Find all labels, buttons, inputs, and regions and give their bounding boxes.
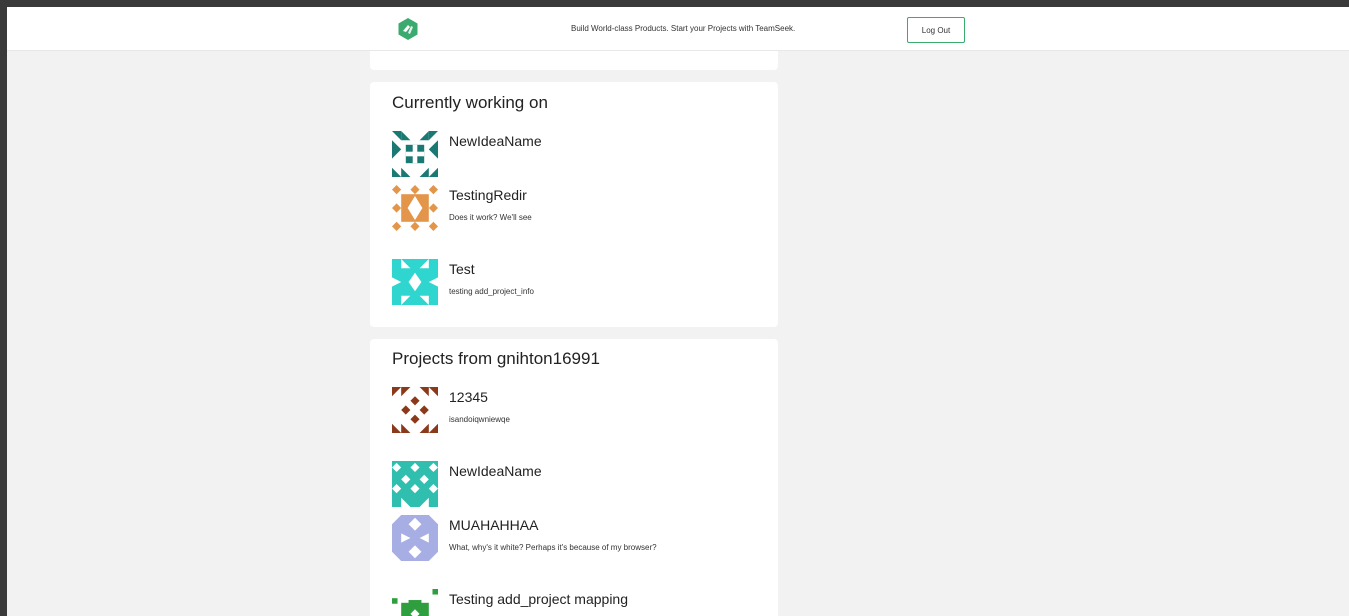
teamseek-logo-icon[interactable]	[397, 18, 419, 40]
project-name: NewIdeaName	[449, 133, 542, 149]
working-project-item[interactable]: Test testing add_project_info	[392, 259, 762, 305]
project-identicon-icon	[392, 387, 438, 433]
project-name: TestingRedir	[449, 187, 527, 203]
project-identicon-icon	[392, 131, 438, 177]
currently-working-title: Currently working on	[392, 93, 548, 112]
project-name: Testing add_project mapping	[449, 591, 629, 607]
project-identicon-icon	[392, 461, 438, 507]
working-project-item[interactable]: TestingRedir Does it work? We'll see	[392, 185, 762, 231]
user-project-item[interactable]: 12345 isandoiqwniewqe	[392, 387, 762, 433]
project-name: 12345	[449, 389, 488, 405]
project-name: MUAHAHHAA	[449, 517, 539, 533]
project-identicon-icon	[392, 185, 438, 231]
working-project-item[interactable]: NewIdeaName	[392, 131, 762, 177]
project-identicon-icon	[392, 259, 438, 305]
project-name: NewIdeaName	[449, 463, 542, 479]
project-name: Test	[449, 261, 475, 277]
project-description: Does it work? We'll see	[449, 213, 532, 222]
user-project-item[interactable]: Testing add_project mapping	[392, 589, 762, 616]
window-frame-top	[0, 0, 1349, 7]
project-identicon-icon	[392, 589, 438, 616]
logout-button[interactable]: Log Out	[907, 17, 965, 43]
project-identicon-icon	[392, 515, 438, 561]
user-project-item[interactable]: MUAHAHHAA What, why's it white? Perhaps …	[392, 515, 762, 561]
project-description: What, why's it white? Perhaps it's becau…	[449, 543, 657, 552]
currently-working-card: Currently working on NewIdeaName Testing…	[370, 82, 778, 327]
user-project-item[interactable]: NewIdeaName	[392, 461, 762, 507]
page: Build World-class Products. Start your P…	[7, 7, 1349, 616]
project-description: testing add_project_info	[449, 287, 534, 296]
window-frame-left	[0, 0, 7, 616]
project-description: isandoiqwniewqe	[449, 415, 510, 424]
user-projects-card: Projects from gnihton16991 12345 isandoi…	[370, 339, 778, 616]
user-projects-title: Projects from gnihton16991	[392, 349, 600, 368]
header-tagline: Build World-class Products. Start your P…	[571, 24, 796, 33]
top-header: Build World-class Products. Start your P…	[7, 7, 1349, 51]
